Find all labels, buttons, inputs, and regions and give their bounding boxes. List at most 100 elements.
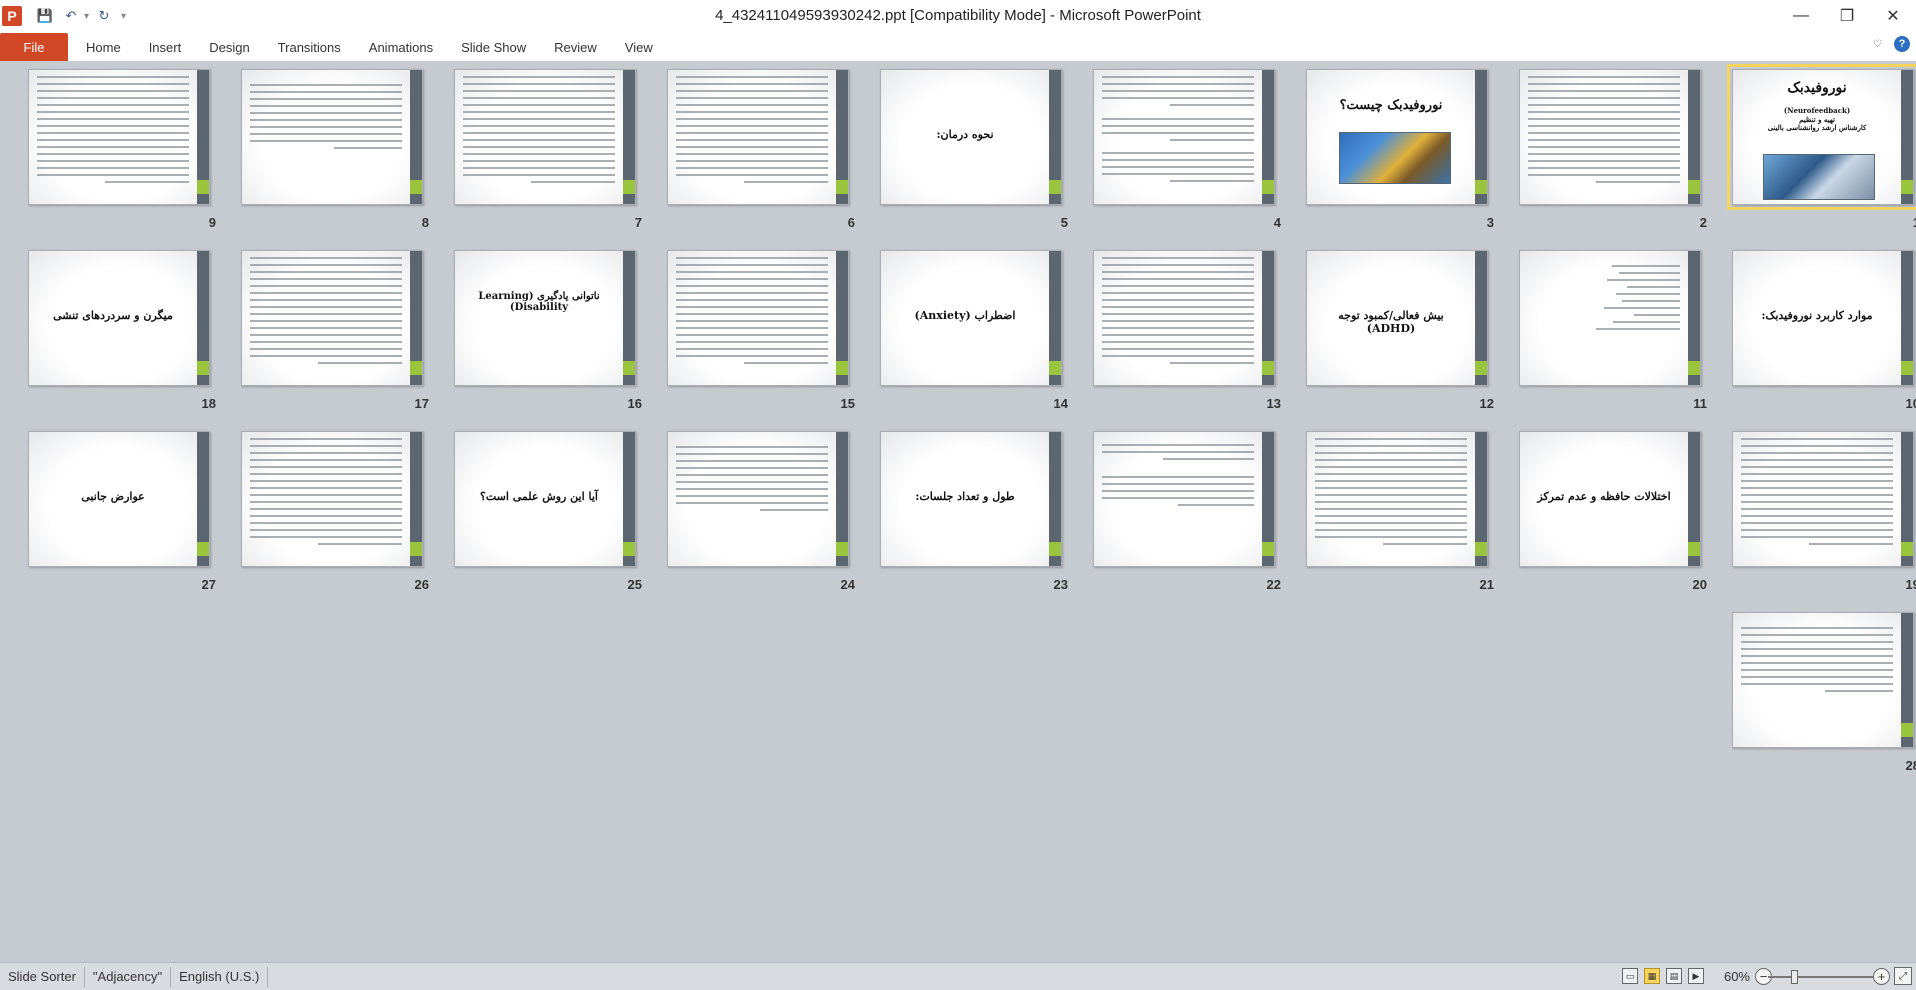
slide-preview[interactable]: نوروفیدبک چیست؟: [1306, 69, 1488, 205]
text-line: [676, 292, 828, 294]
ribbon-minimize-icon[interactable]: ♡: [1873, 39, 1882, 50]
tab-file[interactable]: File: [0, 33, 68, 61]
normal-view-icon[interactable]: ▭: [1622, 968, 1638, 984]
zoom-slider[interactable]: [1768, 970, 1874, 984]
slide-thumbnail-12[interactable]: بیش فعالی/کمبود توجه (ADHD) 12: [1306, 250, 1496, 411]
slide-preview[interactable]: [454, 69, 636, 205]
slide-thumbnail-6[interactable]: 6: [667, 69, 857, 230]
slide-thumbnail-26[interactable]: 26: [241, 431, 431, 592]
slide-preview[interactable]: اختلالات حافظه و عدم تمرکز: [1519, 431, 1701, 567]
text-line: [37, 90, 189, 92]
undo-dropdown-icon[interactable]: ▾: [84, 11, 89, 22]
tab-slide-show[interactable]: Slide Show: [447, 33, 540, 61]
slide-preview[interactable]: [1093, 431, 1275, 567]
slide-preview[interactable]: [1519, 250, 1701, 386]
slide-thumbnail-22[interactable]: 22: [1093, 431, 1283, 592]
tab-view[interactable]: View: [611, 33, 667, 61]
slide-preview[interactable]: نوروفیدبک (Neurofeedback) تهیه و تنظیم کارش…: [1727, 64, 1916, 210]
customize-qat-icon[interactable]: ▾: [121, 11, 126, 22]
zoom-in-icon[interactable]: +: [1873, 968, 1890, 985]
slide-preview[interactable]: [241, 250, 423, 386]
slide-show-view-icon[interactable]: ▶: [1688, 968, 1704, 984]
tab-design[interactable]: Design: [195, 33, 263, 61]
slide-thumbnail-15[interactable]: 15: [667, 250, 857, 411]
restore-button[interactable]: ❐: [1824, 0, 1870, 32]
zoom-slider-thumb[interactable]: [1791, 970, 1799, 984]
slide-thumbnail-28[interactable]: 28: [1732, 612, 1916, 773]
slide-preview[interactable]: میگرن و سردردهای تنشی: [28, 250, 210, 386]
slide-thumbnail-3[interactable]: نوروفیدبک چیست؟ 3: [1306, 69, 1496, 230]
slide-preview[interactable]: عوارض جانبی: [28, 431, 210, 567]
slide-thumbnail-5[interactable]: نحوه درمان: 5: [880, 69, 1070, 230]
tab-home[interactable]: Home: [72, 33, 135, 61]
zoom-level[interactable]: 60%: [1724, 969, 1750, 984]
slide-thumbnail-16[interactable]: ناتوانی یادگیری (Learning Disability) 16: [454, 250, 644, 411]
slide-preview[interactable]: بیش فعالی/کمبود توجه (ADHD): [1306, 250, 1488, 386]
slide-thumbnail-7[interactable]: 7: [454, 69, 644, 230]
slide-preview[interactable]: [1519, 69, 1701, 205]
close-button[interactable]: ✕: [1870, 0, 1916, 32]
slide-thumbnail-24[interactable]: 24: [667, 431, 857, 592]
slide-preview[interactable]: [28, 69, 210, 205]
slide-thumbnail-21[interactable]: 21: [1306, 431, 1496, 592]
tab-transitions[interactable]: Transitions: [264, 33, 355, 61]
text-line: [1741, 515, 1893, 517]
slide-sorter-area[interactable]: نوروفیدبک (Neurofeedback) تهیه و تنظیم کارش…: [0, 63, 1916, 962]
slide-preview[interactable]: [1093, 69, 1275, 205]
slide-thumbnail-11[interactable]: 11: [1519, 250, 1709, 411]
slide-thumbnail-1[interactable]: نوروفیدبک (Neurofeedback) تهیه و تنظیم کارش…: [1727, 64, 1916, 230]
slide-thumbnail-20[interactable]: اختلالات حافظه و عدم تمرکز 20: [1519, 431, 1709, 592]
save-icon[interactable]: 💾: [34, 5, 56, 27]
slide-thumbnail-18[interactable]: میگرن و سردردهای تنشی 18: [28, 250, 218, 411]
slide-preview[interactable]: [667, 250, 849, 386]
slide-thumbnail-19[interactable]: 19: [1732, 431, 1916, 592]
fit-to-window-icon[interactable]: ⤢: [1894, 967, 1912, 985]
text-line: [250, 445, 402, 447]
slide-preview[interactable]: نحوه درمان:: [880, 69, 1062, 205]
slide-preview[interactable]: طول و تعداد جلسات:: [880, 431, 1062, 567]
slide-thumbnail-27[interactable]: عوارض جانبی 27: [28, 431, 218, 592]
text-line: [676, 306, 828, 308]
tab-animations[interactable]: Animations: [355, 33, 447, 61]
slide-preview[interactable]: [667, 431, 849, 567]
help-icon[interactable]: ?: [1894, 36, 1910, 52]
undo-icon[interactable]: ↶: [60, 5, 82, 27]
powerpoint-logo-icon[interactable]: P: [2, 6, 22, 26]
slide-thumbnail-17[interactable]: 17: [241, 250, 431, 411]
slide-preview[interactable]: [1306, 431, 1488, 567]
slide-preview[interactable]: موارد کاربرد نوروفیدبک:: [1732, 250, 1914, 386]
slide-preview[interactable]: آیا این روش علمی است؟: [454, 431, 636, 567]
text-line: [463, 83, 615, 85]
slide-thumbnail-25[interactable]: آیا این روش علمی است؟ 25: [454, 431, 644, 592]
slide-thumbnail-4[interactable]: 4: [1093, 69, 1283, 230]
slide-preview[interactable]: [667, 69, 849, 205]
slide-preview[interactable]: [1732, 431, 1914, 567]
minimize-button[interactable]: —: [1778, 0, 1824, 32]
slide-thumbnail-13[interactable]: 13: [1093, 250, 1283, 411]
slide-thumbnail-2[interactable]: 2: [1519, 69, 1709, 230]
slide-sorter-view-icon[interactable]: ▦: [1644, 968, 1660, 984]
status-language[interactable]: English (U.S.): [171, 966, 269, 987]
slide-thumbnail-10[interactable]: موارد کاربرد نوروفیدبک: 10: [1732, 250, 1916, 411]
slide-preview[interactable]: [241, 69, 423, 205]
redo-icon[interactable]: ↻: [93, 5, 115, 27]
text-line: [463, 146, 615, 148]
slide-preview[interactable]: ناتوانی یادگیری (Learning Disability): [454, 250, 636, 386]
status-theme-name[interactable]: "Adjacency": [85, 966, 172, 987]
tab-review[interactable]: Review: [540, 33, 611, 61]
slide-accent-block: [197, 180, 209, 194]
slide-thumbnail-9[interactable]: 9: [28, 69, 218, 230]
slide-preview[interactable]: اضطراب (Anxiety): [880, 250, 1062, 386]
text-line: [37, 174, 189, 176]
tab-insert[interactable]: Insert: [135, 33, 196, 61]
slide-thumbnail-8[interactable]: 8: [241, 69, 431, 230]
slide-preview[interactable]: [1093, 250, 1275, 386]
text-line: [676, 348, 828, 350]
reading-view-icon[interactable]: ▤: [1666, 968, 1682, 984]
slide-preview[interactable]: [241, 431, 423, 567]
slide-thumbnail-14[interactable]: اضطراب (Anxiety) 14: [880, 250, 1070, 411]
slide-preview[interactable]: [1732, 612, 1914, 748]
slide-thumbnail-23[interactable]: طول و تعداد جلسات: 23: [880, 431, 1070, 592]
slide-body-text: [1528, 76, 1680, 196]
slide-number: 13: [1266, 396, 1281, 411]
